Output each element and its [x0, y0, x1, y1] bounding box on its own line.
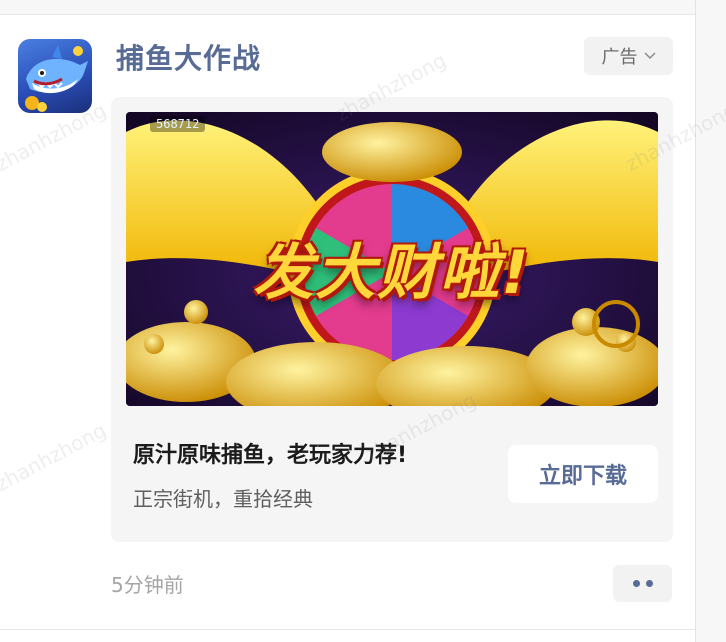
- ad-card[interactable]: 568712 发大财啦! 原汁原味捕鱼，老玩家力荐! 正宗街机，重拾经典 立即下…: [111, 97, 673, 542]
- right-gutter: [695, 0, 726, 642]
- shark-game-icon: [25, 45, 88, 112]
- ad-subline: 正宗街机，重拾经典: [133, 487, 313, 511]
- ad-banner-image[interactable]: 568712 发大财啦!: [126, 112, 658, 406]
- top-separator: [0, 0, 695, 15]
- bottom-separator: [0, 629, 695, 630]
- watermark: zhanhzhong: [0, 417, 111, 497]
- ad-post: 捕鱼大作战 广告 568712 发大财啦! 原汁原味捕鱼，老玩家力荐! 正宗街机…: [0, 15, 726, 629]
- download-button[interactable]: 立即下载: [508, 445, 658, 503]
- more-options-button[interactable]: [613, 565, 672, 602]
- ad-label-dropdown[interactable]: 广告: [584, 37, 673, 75]
- banner-score: 568712: [150, 116, 206, 132]
- app-title[interactable]: 捕鱼大作战: [116, 39, 261, 79]
- more-dots-icon: [645, 580, 653, 587]
- ad-label: 广告: [601, 47, 638, 68]
- app-avatar[interactable]: [18, 39, 92, 113]
- banner-headline: 发大财啦!: [253, 238, 531, 308]
- post-time: 5分钟前: [111, 573, 184, 597]
- ad-headline: 原汁原味捕鱼，老玩家力荐!: [133, 443, 408, 468]
- chevron-down-icon: [643, 49, 656, 63]
- more-dots-icon: [632, 580, 640, 587]
